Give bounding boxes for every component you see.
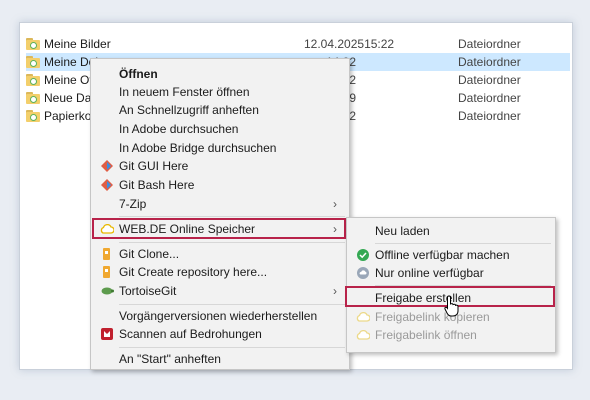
menu-label: An Schnellzugriff anheften [119,103,259,117]
menu-label: Git Create repository here... [119,265,268,279]
webde-highlight-box [92,218,346,239]
menu-divider [119,347,345,348]
menu-item-git-clone[interactable]: Git Clone... [91,245,349,263]
folder-icon [26,56,40,68]
menu-label: Scannen auf Bedrohungen [119,327,262,341]
cloud-icon [356,310,370,324]
menu-divider [119,242,345,243]
file-type: Dateiordner [458,55,521,69]
menu-divider [119,216,345,217]
folder-icon [26,92,40,104]
mcafee-shield-icon [100,327,114,341]
menu-label: Git GUI Here [119,159,189,173]
menu-label: Nur online verfügbar [375,266,484,280]
hand-cursor-icon [444,295,460,317]
submenu-item-online-only[interactable]: Nur online verfügbar [347,264,555,282]
menu-item-git-gui[interactable]: Git GUI Here [91,157,349,175]
menu-label: Neu laden [375,224,430,238]
menu-label: Vorgängerversionen wiederherstellen [119,309,318,323]
menu-label: In neuem Fenster öffnen [119,85,250,99]
cloud-icon [356,328,370,342]
check-circle-icon [356,248,370,262]
menu-label: An "Start" anheften [119,352,221,366]
menu-label: Freigabelink öffnen [375,328,477,342]
chevron-right-icon: › [333,284,337,298]
menu-item-pin-quick-access[interactable]: An Schnellzugriff anheften [91,101,349,119]
file-type: Dateiordner [458,37,521,51]
menu-item-previous-versions[interactable]: Vorgängerversionen wiederherstellen [91,307,349,325]
menu-item-bridge-search[interactable]: In Adobe Bridge durchsuchen [91,139,349,157]
menu-item-7zip[interactable]: 7-Zip › [91,195,349,213]
menu-item-pin-start[interactable]: An "Start" anheften [91,350,349,368]
file-name: Meine Bilder [44,37,111,51]
file-date: 12.04.202515:22 [304,37,395,51]
menu-label: Git Clone... [119,247,180,261]
submenu-item-reload[interactable]: Neu laden [347,222,555,240]
menu-label: 7-Zip [119,197,147,211]
file-type: Dateiordner [458,91,521,105]
menu-item-git-bash[interactable]: Git Bash Here [91,176,349,194]
submenu-item-open-link: Freigabelink öffnen [347,326,555,344]
menu-label: Git Bash Here [119,178,195,192]
menu-label: Freigabelink kopieren [375,310,490,324]
menu-item-tortoisegit[interactable]: TortoiseGit › [91,282,349,300]
webde-submenu: Neu laden Offline verfügbar machen Nur o… [346,217,556,353]
folder-icon [26,74,40,86]
menu-label: In Adobe durchsuchen [119,122,239,136]
git-gui-icon [100,159,114,173]
folder-icon [26,38,40,50]
menu-item-new-window[interactable]: In neuem Fenster öffnen [91,83,349,101]
menu-item-adobe-search[interactable]: In Adobe durchsuchen [91,120,349,138]
cloud-circle-icon [356,266,370,280]
folder-icon [26,110,40,122]
chevron-right-icon: › [333,197,337,211]
menu-item-open[interactable]: Öffnen [91,65,349,83]
menu-item-git-create-repo[interactable]: Git Create repository here... [91,263,349,281]
context-menu: Öffnen In neuem Fenster öffnen An Schnel… [90,58,350,370]
menu-label: Öffnen [119,67,158,81]
menu-divider [375,243,551,244]
file-row[interactable]: Meine Bilder 12.04.202515:22 Dateiordner [26,35,570,53]
file-type: Dateiordner [458,73,521,87]
git-repo-icon [100,265,114,279]
menu-label: In Adobe Bridge durchsuchen [119,141,277,155]
submenu-item-offline[interactable]: Offline verfügbar machen [347,246,555,264]
menu-label: TortoiseGit [119,284,177,298]
git-clone-icon [100,247,114,261]
file-type: Dateiordner [458,109,521,123]
menu-divider [119,304,345,305]
menu-item-scan-threats[interactable]: Scannen auf Bedrohungen [91,325,349,343]
tortoisegit-icon [100,284,114,298]
menu-label: Offline verfügbar machen [375,248,510,262]
git-bash-icon [100,178,114,192]
